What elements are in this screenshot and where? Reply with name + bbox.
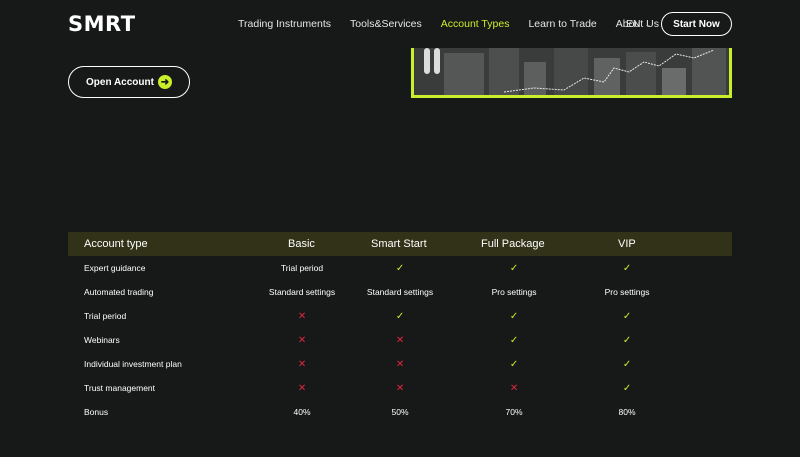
logo[interactable]: SMRT bbox=[68, 12, 136, 36]
cell-value: Pro settings bbox=[604, 287, 650, 297]
open-account-label: Open Account bbox=[86, 76, 154, 88]
cross-icon: ✕ bbox=[297, 359, 307, 370]
check-icon: ✓ bbox=[509, 263, 519, 274]
table-row: Trust management ✕ ✕ ✕ ✓ bbox=[68, 376, 732, 400]
cross-icon: ✕ bbox=[297, 383, 307, 394]
hero-image bbox=[411, 48, 732, 98]
cross-icon: ✕ bbox=[395, 359, 405, 370]
check-icon: ✓ bbox=[395, 263, 405, 274]
start-now-button[interactable]: Start Now bbox=[661, 12, 732, 36]
table-row: Individual investment plan ✕ ✕ ✓ ✓ bbox=[68, 352, 732, 376]
column-header-basic: Basic bbox=[288, 238, 315, 250]
chevron-down-icon: ⌄ bbox=[644, 19, 652, 29]
cell-value: 50% bbox=[391, 407, 409, 417]
nav-item-tools-services[interactable]: Tools&Services bbox=[350, 18, 422, 30]
nav-item-account-types[interactable]: Account Types bbox=[441, 18, 510, 30]
check-icon: ✓ bbox=[622, 311, 632, 322]
table-row: Webinars ✕ ✕ ✓ ✓ bbox=[68, 328, 732, 352]
table-row: Bonus 40% 50% 70% 80% bbox=[68, 400, 732, 424]
check-icon: ✓ bbox=[622, 263, 632, 274]
cell-value: Standard settings bbox=[268, 287, 336, 297]
table-body: Expert guidance Trial period ✓ ✓ ✓ Automated … bbox=[68, 256, 732, 424]
cell-value: 40% bbox=[293, 407, 311, 417]
cross-icon: ✕ bbox=[509, 383, 519, 394]
logo-text: SMRT bbox=[68, 12, 136, 36]
nav-item-learn-to-trade[interactable]: Learn to Trade bbox=[528, 18, 596, 30]
row-label: Bonus bbox=[84, 407, 109, 417]
nav-item-trading-instruments[interactable]: Trading Instruments bbox=[238, 18, 331, 30]
check-icon: ✓ bbox=[622, 383, 632, 394]
row-label: Automated trading bbox=[84, 287, 154, 297]
column-header-smart-start: Smart Start bbox=[371, 238, 427, 250]
column-header-account-type: Account type bbox=[84, 238, 148, 250]
check-icon: ✓ bbox=[622, 359, 632, 370]
column-header-vip: VIP bbox=[618, 238, 636, 250]
row-label: Webinars bbox=[84, 335, 120, 345]
row-label: Trial period bbox=[84, 311, 127, 321]
open-account-button[interactable]: Open Account ➜ bbox=[68, 66, 190, 98]
cross-icon: ✕ bbox=[395, 383, 405, 394]
arrow-right-icon: ➜ bbox=[158, 75, 172, 89]
check-icon: ✓ bbox=[509, 311, 519, 322]
table-header-row: Account type Basic Smart Start Full Pack… bbox=[68, 232, 732, 256]
cell-value: Standard settings bbox=[366, 287, 434, 297]
cell-value: 80% bbox=[618, 407, 636, 417]
language-selector[interactable]: EN ⌄ bbox=[626, 18, 651, 30]
check-icon: ✓ bbox=[509, 359, 519, 370]
table-row: Automated trading Standard settings Standa… bbox=[68, 280, 732, 304]
cell-value: Pro settings bbox=[491, 287, 537, 297]
cross-icon: ✕ bbox=[297, 335, 307, 346]
check-icon: ✓ bbox=[395, 311, 405, 322]
row-label: Expert guidance bbox=[84, 263, 146, 273]
site-header: SMRT Trading Instruments Tools&Services … bbox=[0, 0, 800, 48]
row-label: Trust management bbox=[84, 383, 156, 393]
cross-icon: ✕ bbox=[395, 335, 405, 346]
column-header-full-package: Full Package bbox=[481, 238, 545, 250]
main-nav: Trading Instruments Tools&Services Accou… bbox=[238, 18, 678, 30]
check-icon: ✓ bbox=[509, 335, 519, 346]
table-row: Trial period ✕ ✓ ✓ ✓ bbox=[68, 304, 732, 328]
language-label: EN bbox=[626, 18, 641, 30]
city-chart-illustration bbox=[414, 48, 729, 95]
row-label: Individual investment plan bbox=[84, 359, 182, 369]
cell-value: Trial period bbox=[280, 263, 324, 273]
cross-icon: ✕ bbox=[297, 311, 307, 322]
cell-value: 70% bbox=[505, 407, 523, 417]
account-types-table: Account type Basic Smart Start Full Pack… bbox=[68, 232, 732, 424]
table-row: Expert guidance Trial period ✓ ✓ ✓ bbox=[68, 256, 732, 280]
check-icon: ✓ bbox=[622, 335, 632, 346]
